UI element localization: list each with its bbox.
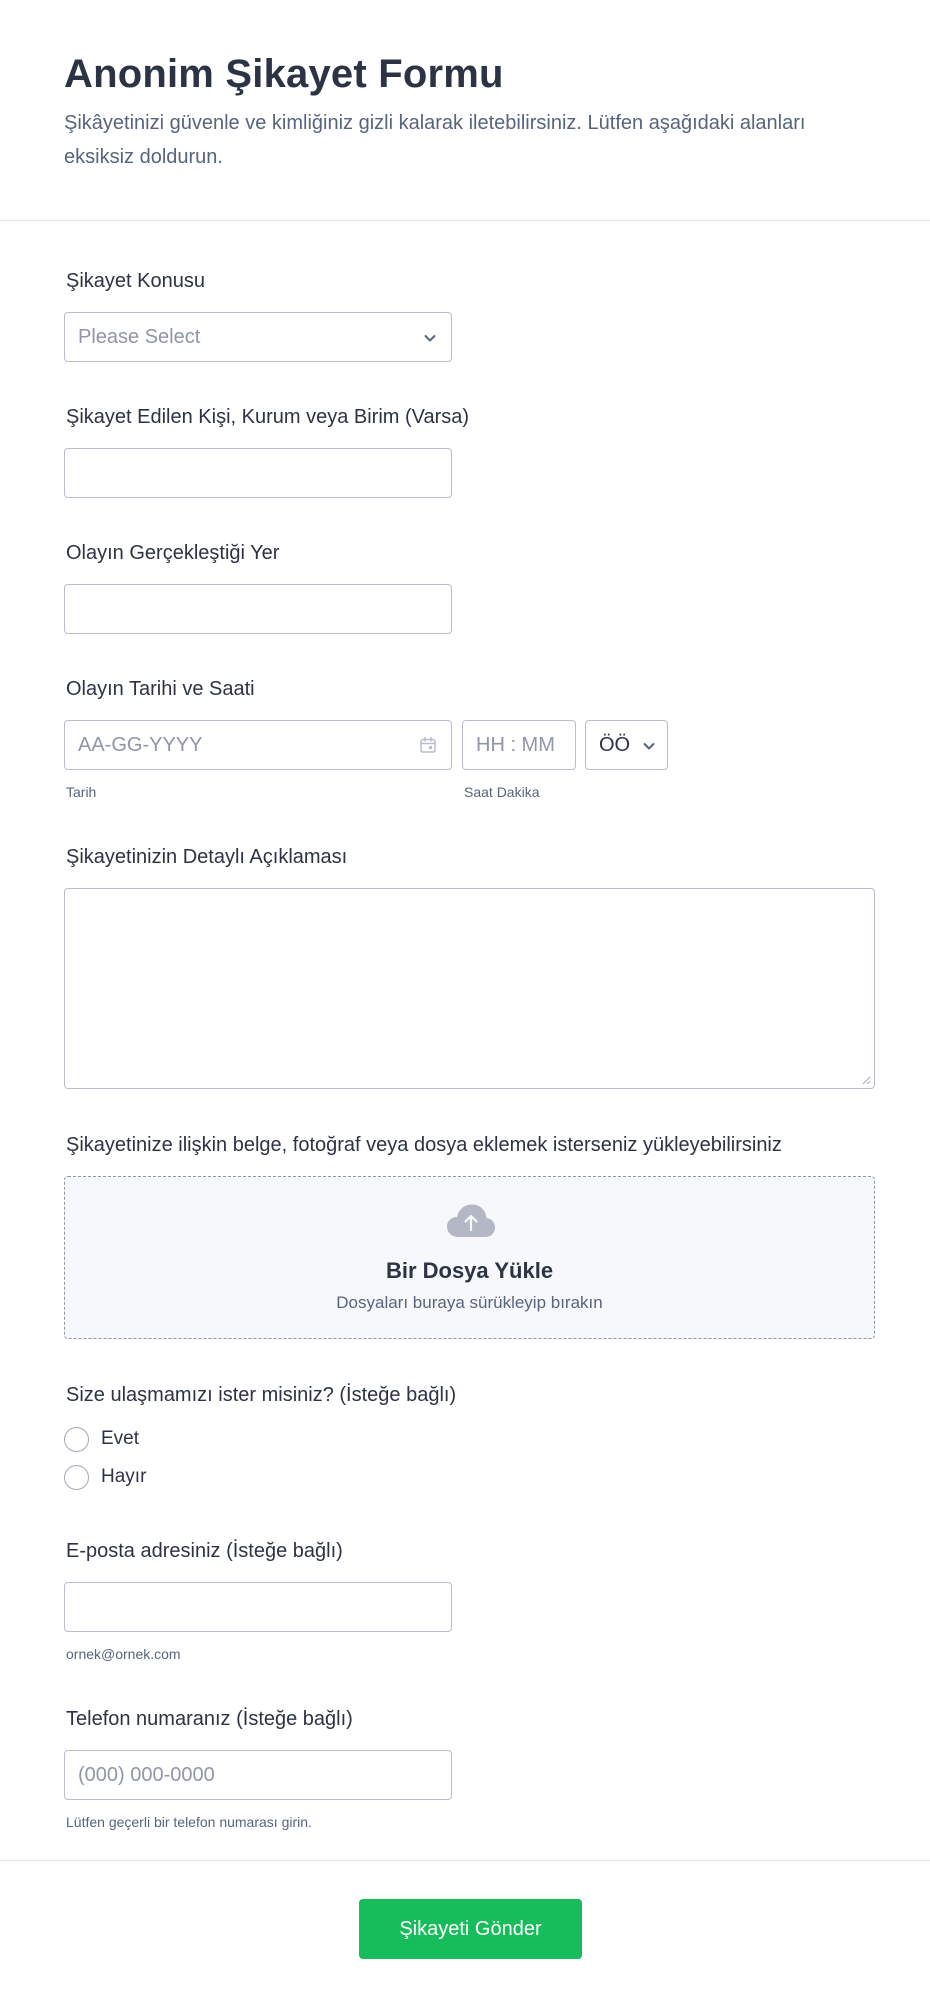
file-upload-dropzone[interactable]: Bir Dosya Yükle Dosyaları buraya sürükle… bbox=[64, 1176, 875, 1339]
radio-button[interactable] bbox=[64, 1464, 89, 1490]
submit-button[interactable]: Şikayeti Gönder bbox=[359, 1899, 582, 1959]
radio-option-hayir[interactable]: Hayır bbox=[64, 1464, 146, 1490]
datetime-label: Olayın Tarihi ve Saati bbox=[66, 678, 255, 700]
upload-title: Bir Dosya Yükle bbox=[385, 1258, 554, 1283]
email-input[interactable] bbox=[65, 1583, 451, 1631]
radio-label: Evet bbox=[101, 1428, 140, 1449]
calendar-icon[interactable] bbox=[419, 736, 437, 754]
date-input[interactable] bbox=[65, 721, 451, 769]
email-label: E-posta adresiniz (İsteğe bağlı) bbox=[66, 1540, 343, 1562]
subject-select-value: Please Select bbox=[78, 326, 201, 348]
date-sublabel: Tarih bbox=[66, 784, 97, 800]
upload-subtitle: Dosyaları buraya sürükleyip bırakın bbox=[336, 1293, 603, 1312]
phone-label: Telefon numaranız (İsteğe bağlı) bbox=[66, 1708, 353, 1730]
ampm-select-value: ÖÖ bbox=[599, 734, 631, 756]
target-field[interactable] bbox=[64, 448, 452, 498]
radio-label: Hayır bbox=[101, 1466, 147, 1487]
details-textarea[interactable] bbox=[64, 888, 875, 1089]
time-field[interactable] bbox=[462, 720, 576, 770]
details-label: Şikayetinizin Detaylı Açıklaması bbox=[66, 846, 348, 868]
resize-grip-icon[interactable] bbox=[861, 1075, 871, 1085]
upload-label: Şikayetinize ilişkin belge, fotoğraf vey… bbox=[66, 1134, 782, 1156]
chevron-down-icon bbox=[643, 743, 655, 750]
phone-field[interactable] bbox=[64, 1750, 452, 1800]
target-input[interactable] bbox=[65, 449, 451, 497]
chevron-down-icon bbox=[424, 335, 436, 342]
contact-label: Size ulaşmamızı ister misiniz? (İsteğe b… bbox=[66, 1384, 457, 1406]
subject-select[interactable]: Please Select bbox=[64, 312, 452, 362]
location-field[interactable] bbox=[64, 584, 452, 634]
location-label: Olayın Gerçekleştiği Yer bbox=[66, 542, 280, 564]
ampm-select[interactable]: ÖÖ bbox=[585, 720, 668, 770]
phone-sublabel: Lütfen geçerli bir telefon numarası giri… bbox=[66, 1814, 312, 1830]
target-label: Şikayet Edilen Kişi, Kurum veya Birim (V… bbox=[66, 406, 470, 428]
form-header: Anonim Şikayet Formu Şikâyetinizi güvenl… bbox=[0, 0, 930, 221]
date-field[interactable] bbox=[64, 720, 452, 770]
email-sublabel: ornek@ornek.com bbox=[66, 1646, 181, 1662]
page-title: Anonim Şikayet Formu bbox=[64, 52, 504, 96]
time-sublabel: Saat Dakika bbox=[464, 784, 540, 800]
location-input[interactable] bbox=[65, 585, 451, 633]
radio-option-evet[interactable]: Evet bbox=[64, 1426, 139, 1452]
phone-input[interactable] bbox=[65, 1751, 451, 1799]
time-input[interactable] bbox=[463, 721, 575, 769]
subject-label: Şikayet Konusu bbox=[66, 270, 205, 292]
page-subtitle: Şikâyetinizi güvenle ve kimliğiniz gizli… bbox=[64, 112, 806, 168]
footer-divider bbox=[0, 1860, 930, 1861]
email-field[interactable] bbox=[64, 1582, 452, 1632]
cloud-upload-icon bbox=[447, 1204, 495, 1237]
radio-button[interactable] bbox=[64, 1426, 89, 1452]
